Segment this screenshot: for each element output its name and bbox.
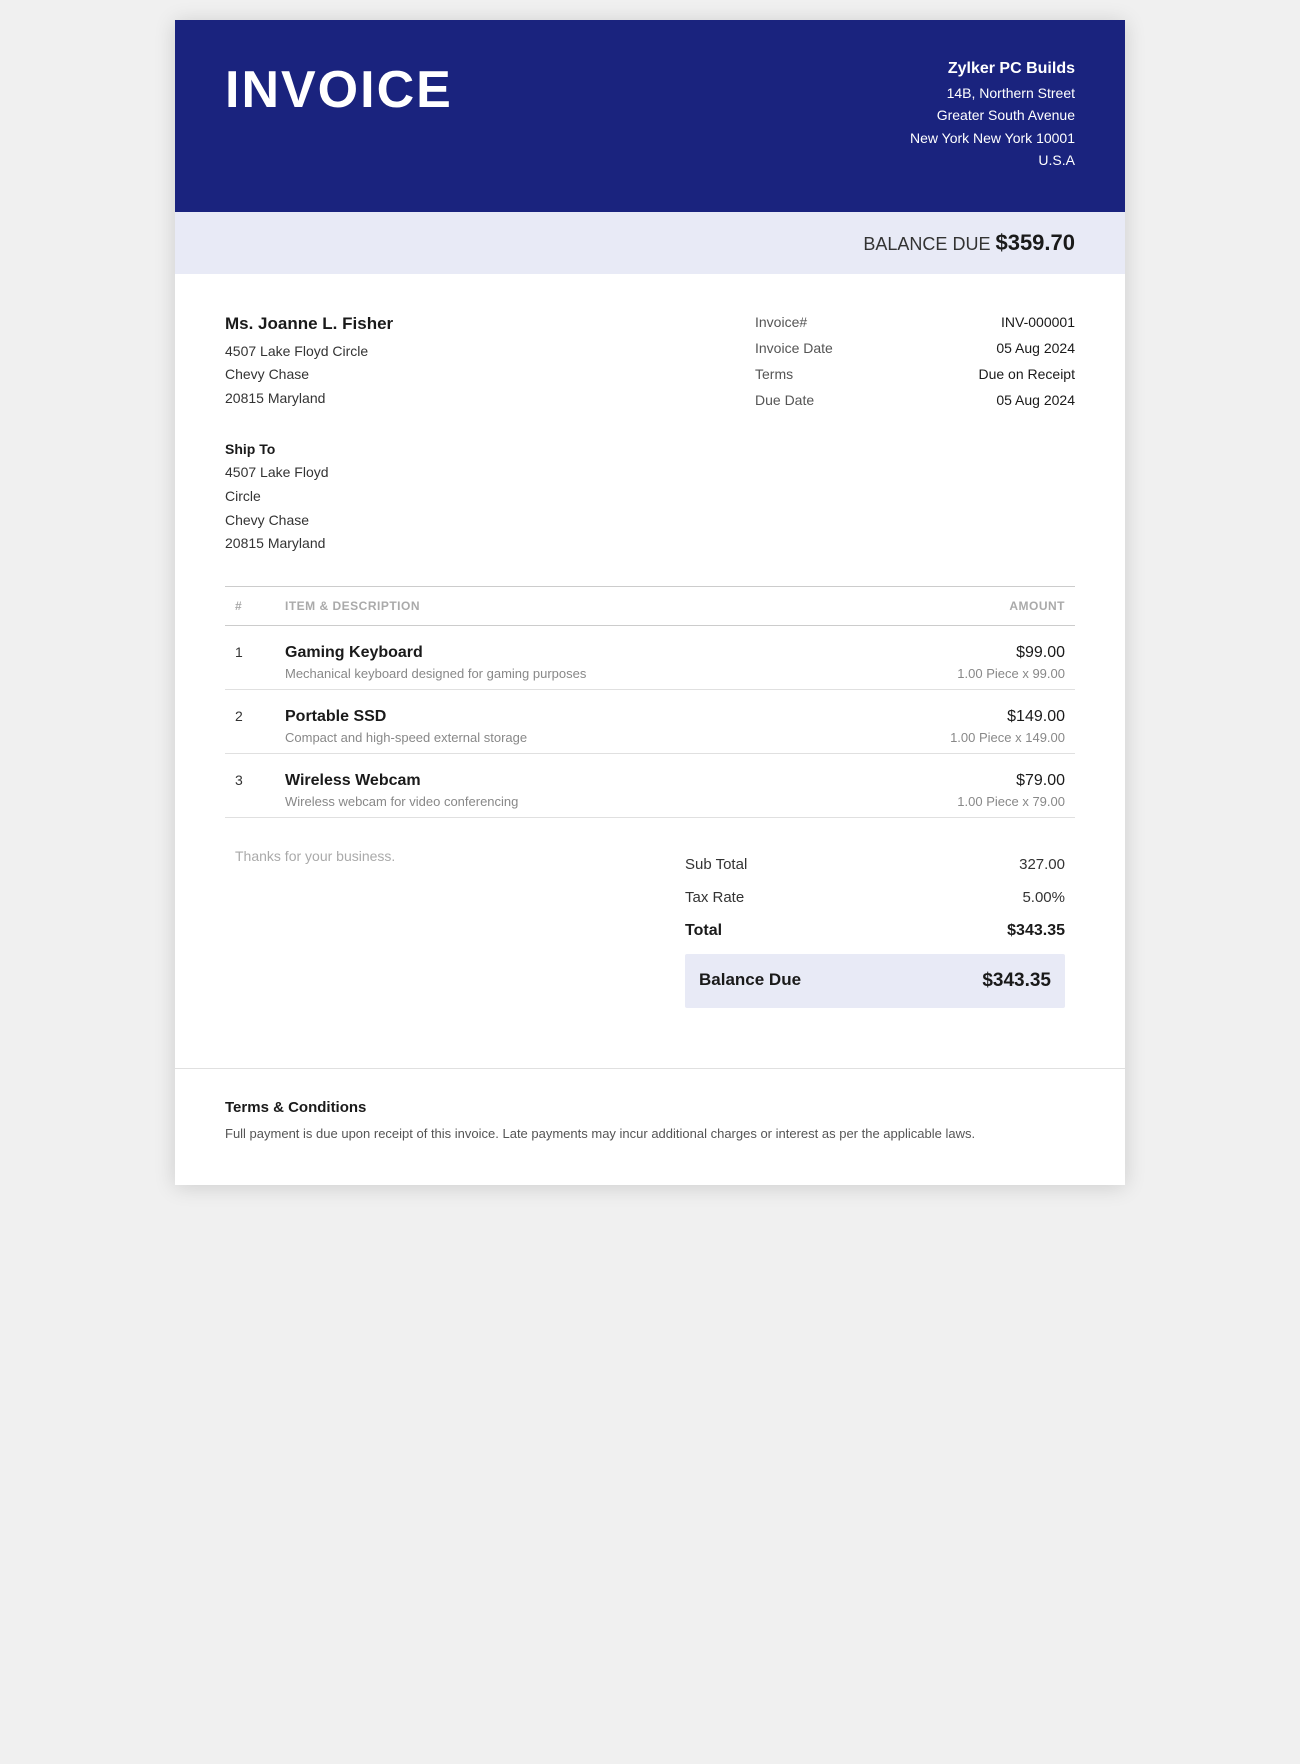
terms-section: Terms & Conditions Full payment is due u… [175,1068,1125,1185]
balance-due-row: Balance Due $343.35 [685,954,1065,1008]
item-desc-cell-3: Wireless Webcam Wireless webcam for vide… [275,754,838,818]
total-row: Total $343.35 [685,914,1065,948]
item-name-2: Portable SSD [285,708,828,726]
item-amount-cell-3: $79.00 1.00 Piece x 79.00 [838,754,1075,818]
item-amount-cell-2: $149.00 1.00 Piece x 149.00 [838,690,1075,754]
tax-label: Tax Rate [685,889,744,906]
ship-to-address-line4: 20815 Maryland [225,532,393,556]
item-amount-value-2: $149.00 [848,708,1065,726]
item-num-2: 2 [225,690,275,754]
item-description-1: Mechanical keyboard designed for gaming … [285,666,828,681]
ship-to-address: 4507 Lake Floyd Circle Chevy Chase 20815… [225,461,393,556]
invoice-meta: Invoice# INV-000001 Invoice Date 05 Aug … [393,314,1075,557]
item-qty-2: 1.00 Piece x 149.00 [848,730,1065,745]
company-address-line3: New York New York 10001 [910,127,1075,149]
bill-to-address: 4507 Lake Floyd Circle Chevy Chase 20815… [225,340,393,411]
meta-invoice-num: Invoice# INV-000001 [755,314,1075,330]
meta-invoice-num-value: INV-000001 [1001,314,1075,330]
table-row: 2 Portable SSD Compact and high-speed ex… [225,690,1075,754]
bill-to-address-line2: Chevy Chase [225,363,393,387]
totals-right: Sub Total 327.00 Tax Rate 5.00% Total $3… [685,848,1065,1008]
bill-to-address-line1: 4507 Lake Floyd Circle [225,340,393,364]
bill-to-name: Ms. Joanne L. Fisher [225,314,393,334]
totals-section: Thanks for your business. Sub Total 327.… [225,818,1075,1028]
company-address-line4: U.S.A [910,149,1075,171]
terms-text: Full payment is due upon receipt of this… [225,1124,1075,1145]
company-address-line2: Greater South Avenue [910,104,1075,126]
item-amount-cell-1: $99.00 1.00 Piece x 99.00 [838,626,1075,690]
item-desc-cell-1: Gaming Keyboard Mechanical keyboard desi… [275,626,838,690]
col-amount: AMOUNT [838,587,1075,626]
balance-due-bar-amount: $359.70 [995,230,1075,255]
subtotal-label: Sub Total [685,856,747,873]
item-amount-value-3: $79.00 [848,772,1065,790]
meta-invoice-num-label: Invoice# [755,314,807,330]
terms-title: Terms & Conditions [225,1099,1075,1116]
company-address-line1: 14B, Northern Street [910,82,1075,104]
meta-terms: Terms Due on Receipt [755,366,1075,382]
meta-terms-value: Due on Receipt [978,366,1075,382]
meta-invoice-date-value: 05 Aug 2024 [996,340,1075,356]
col-desc: ITEM & DESCRIPTION [275,587,838,626]
invoice-title: INVOICE [225,60,453,120]
meta-table: Invoice# INV-000001 Invoice Date 05 Aug … [755,314,1075,557]
meta-due-date-label: Due Date [755,392,814,408]
item-name-1: Gaming Keyboard [285,644,828,662]
meta-terms-label: Terms [755,366,793,382]
table-row: 3 Wireless Webcam Wireless webcam for vi… [225,754,1075,818]
company-name: Zylker PC Builds [910,60,1075,78]
item-qty-3: 1.00 Piece x 79.00 [848,794,1065,809]
item-qty-1: 1.00 Piece x 99.00 [848,666,1065,681]
bill-to-address-line3: 20815 Maryland [225,387,393,411]
meta-due-date: Due Date 05 Aug 2024 [755,392,1075,408]
tax-value: 5.00% [1022,889,1065,906]
total-label: Total [685,922,722,940]
thanks-note: Thanks for your business. [235,848,685,864]
balance-due-bar-label: BALANCE DUE [863,234,990,254]
subtotal-row: Sub Total 327.00 [685,848,1065,881]
invoice-header: INVOICE Zylker PC Builds 14B, Northern S… [175,20,1125,212]
balance-due-amount: $343.35 [982,970,1051,992]
item-amount-value-1: $99.00 [848,644,1065,662]
table-row: 1 Gaming Keyboard Mechanical keyboard de… [225,626,1075,690]
items-table: # ITEM & DESCRIPTION AMOUNT 1 Gaming Key… [225,586,1075,818]
meta-invoice-date-label: Invoice Date [755,340,833,356]
item-desc-cell-2: Portable SSD Compact and high-speed exte… [275,690,838,754]
company-info: Zylker PC Builds 14B, Northern Street Gr… [910,60,1075,172]
billing-section: Ms. Joanne L. Fisher 4507 Lake Floyd Cir… [225,314,1075,557]
bill-to: Ms. Joanne L. Fisher 4507 Lake Floyd Cir… [225,314,393,411]
bill-to-section: Ms. Joanne L. Fisher 4507 Lake Floyd Cir… [225,314,393,557]
item-name-3: Wireless Webcam [285,772,828,790]
invoice-document: INVOICE Zylker PC Builds 14B, Northern S… [175,20,1125,1185]
meta-due-date-value: 05 Aug 2024 [996,392,1075,408]
item-num-1: 1 [225,626,275,690]
ship-to-address-line3: Chevy Chase [225,509,393,533]
item-description-3: Wireless webcam for video conferencing [285,794,828,809]
item-num-3: 3 [225,754,275,818]
ship-to-address-line2: Circle [225,485,393,509]
ship-to: Ship To 4507 Lake Floyd Circle Chevy Cha… [225,441,393,556]
meta-invoice-date: Invoice Date 05 Aug 2024 [755,340,1075,356]
col-num: # [225,587,275,626]
ship-to-label: Ship To [225,441,393,457]
balance-due-bar: BALANCE DUE $359.70 [175,212,1125,274]
balance-due-label: Balance Due [699,970,801,992]
tax-row: Tax Rate 5.00% [685,881,1065,914]
invoice-body: Ms. Joanne L. Fisher 4507 Lake Floyd Cir… [175,274,1125,1069]
ship-to-address-line1: 4507 Lake Floyd [225,461,393,485]
item-description-2: Compact and high-speed external storage [285,730,828,745]
total-value: $343.35 [1007,922,1065,940]
subtotal-value: 327.00 [1019,856,1065,873]
